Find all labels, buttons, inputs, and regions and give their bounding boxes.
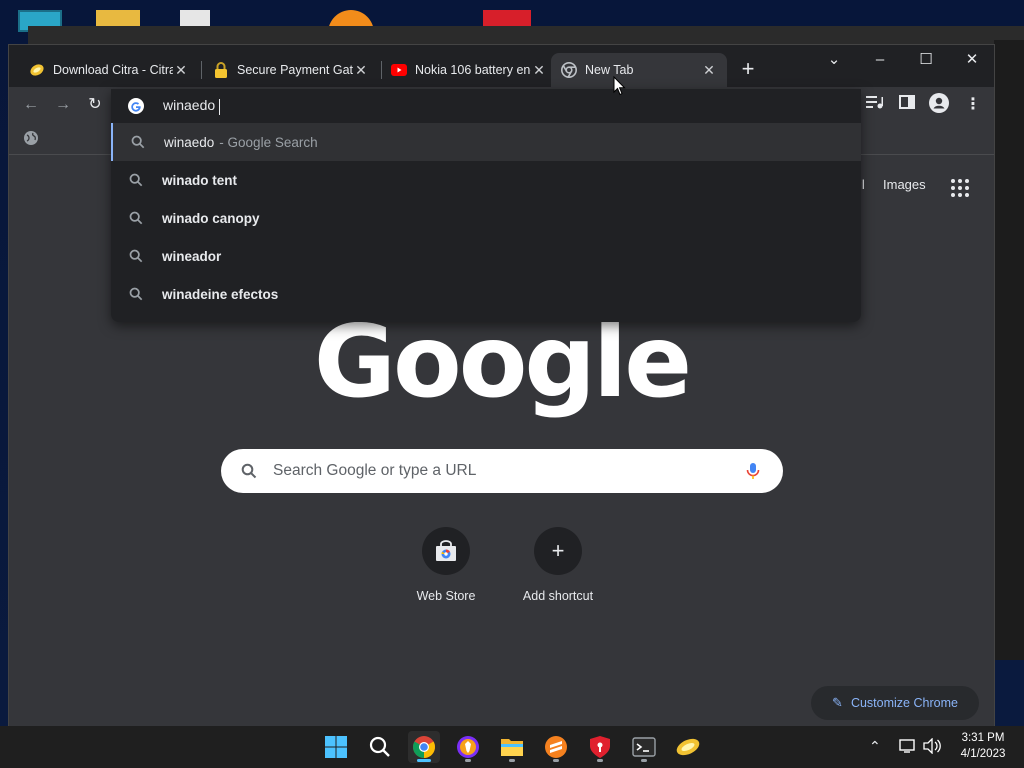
globe-icon[interactable] [23,130,39,151]
running-indicator [465,759,471,762]
chrome-window: Download Citra - Citra ✕ Secure Payment … [8,44,995,727]
pencil-icon: ✎ [832,695,843,710]
reload-icon[interactable]: ↻ [83,93,107,117]
omnibox-dropdown: winaedo winaedo - Google Search winado t… [111,89,861,322]
clock[interactable]: 3:31 PM 4/1/2023 [950,730,1016,762]
plus-icon: + [534,527,582,575]
new-tab-button[interactable]: + [735,57,761,83]
tab-secure-payment[interactable]: Secure Payment Gateway ✕ [203,53,379,87]
omnibox-typed-text[interactable]: winaedo [163,97,221,115]
citra-icon [29,62,45,78]
taskbar-citra-icon[interactable] [672,731,704,763]
maximize-button[interactable]: ☐ [903,47,949,73]
shortcut-web-store[interactable]: Web Store [390,527,502,603]
customize-label: Customize Chrome [850,696,958,710]
search-icon [129,173,143,187]
close-icon[interactable]: ✕ [701,62,717,79]
google-g-icon [127,97,145,115]
lock-icon [213,62,229,78]
taskbar: ⌃ 3:31 PM 4/1/2023 [0,726,1024,768]
suggestion-item[interactable]: winado canopy [111,199,861,237]
search-placeholder: Search Google or type a URL [273,462,477,479]
search-icon [129,249,143,263]
tab-title: Nokia 106 battery energy [415,63,531,77]
running-indicator [509,759,515,762]
suggestion-suffix: - Google Search [219,134,318,150]
tab-strip: Download Citra - Citra ✕ Secure Payment … [9,45,994,87]
customize-chrome-button[interactable]: ✎ Customize Chrome [811,686,979,720]
search-icon [131,135,145,149]
taskbar-brave-icon[interactable] [452,731,484,763]
taskbar-terminal-icon[interactable] [628,731,660,763]
tab-nokia-youtube[interactable]: Nokia 106 battery energy ✕ [381,53,557,87]
suggestion-text: wineador [162,248,222,264]
close-icon[interactable]: ✕ [353,62,369,79]
youtube-icon [391,62,407,78]
tab-search-chevron-icon[interactable]: ⌄ [811,47,857,73]
suggestion-item[interactable]: winaedo - Google Search [111,123,861,161]
media-controls-icon[interactable] [863,93,887,117]
tab-citra[interactable]: Download Citra - Citra ✕ [19,53,199,87]
shortcut-label: Web Store [416,589,476,603]
suggestion-item[interactable]: winado tent [111,161,861,199]
suggestion-text: winadeine efectos [162,286,279,302]
images-link[interactable]: Images [883,177,926,192]
tab-title: New Tab [585,63,634,77]
search-box[interactable]: Search Google or type a URL [221,449,783,493]
background-window-edge [994,40,1024,660]
menu-kebab-icon[interactable]: ⋮ [961,93,985,117]
taskbar-vpn-shield-icon[interactable] [584,731,616,763]
text-caret [219,98,221,115]
clock-time: 3:31 PM [961,732,1005,744]
windows-start-icon[interactable] [320,731,352,763]
volume-icon[interactable] [923,737,941,757]
close-icon[interactable]: ✕ [173,62,189,79]
running-indicator [553,759,559,762]
back-icon[interactable]: ← [19,93,43,117]
chrome-icon [561,62,577,78]
minimize-button[interactable]: – [857,47,903,73]
taskbar-file-explorer-icon[interactable] [496,731,528,763]
running-indicator [417,759,431,762]
suggestion-text: winado canopy [162,210,260,226]
suggestion-text: winado tent [162,172,237,188]
suggestion-text: winaedo [164,134,215,150]
forward-icon[interactable]: → [51,93,75,117]
shortcut-label: Add shortcut [522,589,594,603]
google-apps-icon[interactable] [951,179,969,197]
search-icon [129,287,143,301]
suggestion-item[interactable]: wineador [111,237,861,275]
running-indicator [641,759,647,762]
running-indicator [597,759,603,762]
network-icon[interactable] [899,738,917,757]
search-icon [129,211,143,225]
search-icon [241,463,257,479]
tab-title: Secure Payment Gateway [237,63,353,77]
tray-overflow-chevron-icon[interactable]: ⌃ [869,738,881,755]
clock-date: 4/1/2023 [960,748,1006,760]
microphone-icon[interactable] [745,462,761,480]
webstore-icon [422,527,470,575]
mouse-cursor-icon [613,75,627,96]
taskbar-chrome-icon[interactable] [408,731,440,763]
tab-title: Download Citra - Citra [53,63,173,77]
taskbar-sublime-icon[interactable] [540,731,572,763]
tab-divider [201,61,202,79]
close-icon[interactable]: ✕ [531,62,547,79]
tab-new-tab[interactable]: New Tab ✕ [551,53,727,87]
taskbar-search-icon[interactable] [364,731,396,763]
profile-avatar-icon[interactable] [927,93,951,117]
shortcut-add[interactable]: + Add shortcut [502,527,614,603]
omnibox[interactable]: winaedo [111,89,861,123]
side-panel-icon[interactable] [895,93,919,117]
suggestion-item[interactable]: winadeine efectos [111,275,861,313]
close-window-button[interactable]: ✕ [949,47,995,73]
